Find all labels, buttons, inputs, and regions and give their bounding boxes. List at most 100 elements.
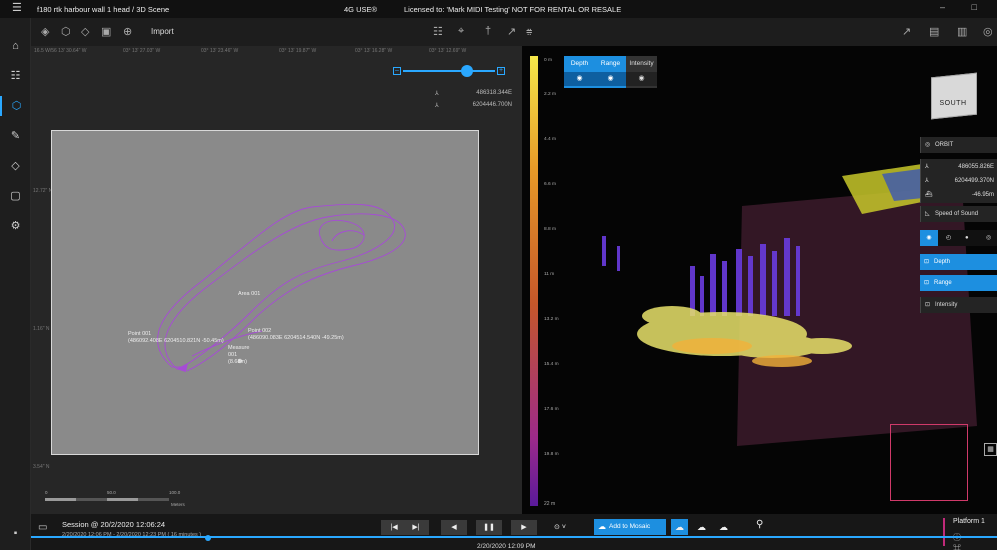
eye-icon[interactable]: ◉ xyxy=(564,72,595,86)
vessel-icon[interactable]: † xyxy=(485,25,491,37)
zoom-track[interactable] xyxy=(403,70,495,72)
area-label[interactable]: Area 001 xyxy=(238,291,260,298)
hamburger-menu-icon[interactable]: ☰ xyxy=(12,2,22,14)
crosshair-icon[interactable]: ⌖ xyxy=(458,25,464,38)
survey-area[interactable]: Area 001 Point 001 (486092.408E 6204510.… xyxy=(51,130,479,455)
add-to-mosaic-button[interactable]: ☁ Add to Mosaic xyxy=(594,519,666,535)
zoom-handle[interactable] xyxy=(461,65,473,77)
view-cube-face[interactable]: SOUTH xyxy=(931,100,975,107)
measure-icon[interactable]: ✎ xyxy=(0,126,31,146)
app-window: ☰ f180 rtk harbour wall 1 head / 3D Scen… xyxy=(0,0,997,550)
layer-range[interactable]: ⊡ Range xyxy=(920,275,997,291)
layer-intensity[interactable]: ⊡ Intensity xyxy=(920,297,997,313)
tab-intensity[interactable]: Intensity ◉ xyxy=(626,56,657,88)
box-icon[interactable]: ▢ xyxy=(0,186,31,206)
depth-color-scale xyxy=(530,56,538,506)
platform-info-icons[interactable]: ⓘ ⌘ xyxy=(953,532,997,550)
minimap-icon[interactable]: ▦ xyxy=(984,443,997,456)
right-position-depth: ⛴ -46.95m xyxy=(920,187,997,203)
timeline-track[interactable] xyxy=(31,536,997,538)
import-button[interactable]: Import xyxy=(151,27,174,36)
zoom-out-icon[interactable]: – xyxy=(393,67,401,75)
skip-end-button[interactable]: ▶| xyxy=(403,520,429,535)
mode-dot-icon[interactable]: ● xyxy=(965,230,969,246)
zoom-in-icon[interactable]: + xyxy=(497,67,505,75)
current-time: 2/20/2020 12:09 PM xyxy=(477,543,536,550)
speed-of-sound-button[interactable]: ◺ Speed of Sound xyxy=(920,206,997,222)
vessel-icon: ⛴ xyxy=(925,192,933,198)
license-text: Licensed to: 'Mark MIDI Testing' NOT FOR… xyxy=(404,5,622,14)
network-icon[interactable]: ⩷ xyxy=(526,25,532,38)
layer-icon: ⊡ xyxy=(924,259,930,265)
layout-split-icon[interactable]: ▤ xyxy=(929,25,939,38)
coord-label-side: 1.16" N xyxy=(33,326,50,332)
cube-3d-icon[interactable]: ⬡ xyxy=(0,96,31,116)
step-forward-button[interactable]: ▶ xyxy=(511,520,537,535)
cloud-off-icon[interactable]: ☁ xyxy=(715,519,732,535)
mode-ring-icon[interactable]: ◎ xyxy=(986,230,991,246)
scale-bar: 0 50.0 100.0 Meters xyxy=(43,490,193,510)
network-status: 4G USE® xyxy=(344,5,378,14)
depth-tick: 8.8 m xyxy=(544,227,556,232)
depth-tick: 17.6 m xyxy=(544,407,559,412)
camera-icon[interactable]: ◎ xyxy=(983,25,993,38)
playback-speed-button[interactable]: ⊙ ˅ xyxy=(547,520,573,535)
columns-icon[interactable]: ▥ xyxy=(957,25,967,38)
point-001-label[interactable]: Point 001 xyxy=(128,331,151,338)
point-001-coords: (486092.408E 6204510.821N -50.45m) xyxy=(128,338,224,344)
coord-label-top: 03° 13' 12.69" W xyxy=(429,48,467,54)
point-002-coords: (486090.083E 6204514.540N -49.25m) xyxy=(248,335,344,341)
selection-box[interactable] xyxy=(890,424,968,501)
depth-tick: 15.4 m xyxy=(544,362,559,367)
object-tool-icon[interactable]: ⬡ xyxy=(61,25,71,38)
orbit-icon: ◎ xyxy=(925,142,931,148)
monitor-icon: ▭ xyxy=(38,522,48,533)
select-tool-icon[interactable]: ◈ xyxy=(41,25,49,38)
measure-label[interactable]: Measure xyxy=(228,345,249,352)
eye-icon[interactable]: ◉ xyxy=(626,72,657,86)
scale-unit: Meters xyxy=(171,502,185,507)
coord-label-side: 12.72" N xyxy=(33,188,53,194)
step-back-button[interactable]: ◀ xyxy=(441,520,467,535)
measure-id: 001 xyxy=(228,352,238,358)
visualization-tabs: Depth ◉ Range ◉ Intensity ◉ xyxy=(564,56,657,88)
shape-tool-icon[interactable]: ◇ xyxy=(81,25,89,38)
scale-segment xyxy=(76,498,107,501)
mode-clock-icon[interactable]: ◴ xyxy=(946,230,951,246)
speed-icon: ◺ xyxy=(925,211,930,217)
import-icon[interactable]: ⊕ xyxy=(123,25,132,38)
scale-segment xyxy=(138,498,169,501)
depth-tick: 6.6 m xyxy=(544,182,556,187)
sidebar-bottom-icon[interactable]: ▪ xyxy=(0,528,31,539)
window-controls[interactable]: – □ xyxy=(940,2,989,12)
eraser-icon[interactable]: ◇ xyxy=(0,156,31,176)
map-2d-view[interactable]: 16.5 W/56 13' 30.64" W 03° 13' 27.03" W … xyxy=(31,46,522,537)
zoom-slider[interactable]: – + xyxy=(393,65,505,77)
cloud-upload-icon[interactable]: ☁ xyxy=(693,519,710,535)
layer-icon: ⊡ xyxy=(925,302,931,308)
cloud-icon: ☁ xyxy=(598,522,606,531)
depth-tick: 19.8 m xyxy=(544,452,559,457)
settings-icon[interactable]: ⚙ xyxy=(0,216,31,236)
frame-tool-icon[interactable]: ▣ xyxy=(101,25,111,38)
mode-target-icon[interactable]: ◉ xyxy=(920,230,938,246)
view-cube[interactable] xyxy=(931,72,977,120)
layer-depth[interactable]: ⊡ Depth xyxy=(920,254,997,270)
layout-icon[interactable]: ☷ xyxy=(0,66,31,86)
eye-icon[interactable]: ◉ xyxy=(595,72,626,86)
measure-line-icon[interactable]: ↗ xyxy=(507,25,516,38)
location-pin-icon[interactable]: ⚲ xyxy=(756,519,763,530)
point-002-label[interactable]: Point 002 xyxy=(248,328,271,335)
tab-depth[interactable]: Depth ◉ xyxy=(564,56,595,88)
cloud-sync-icon[interactable]: ☁ xyxy=(671,519,688,535)
axis-icon: ⅄ xyxy=(435,103,439,109)
export-icon[interactable]: ↗ xyxy=(902,25,911,38)
scene-3d-view[interactable]: 0 m 2.2 m 4.4 m 6.6 m 8.8 m 11 m 13.2 m … xyxy=(522,46,997,537)
home-icon[interactable]: ⌂ xyxy=(0,36,31,56)
pause-button[interactable]: ❚❚ xyxy=(476,520,502,535)
position-easting: ⅄ 486318.344E xyxy=(435,90,512,97)
timeline-handle[interactable] xyxy=(205,535,211,541)
tab-range[interactable]: Range ◉ xyxy=(595,56,626,88)
orbit-mode[interactable]: ◎ ORBIT xyxy=(920,137,997,153)
fit-view-icon[interactable]: ☷ xyxy=(433,25,443,38)
